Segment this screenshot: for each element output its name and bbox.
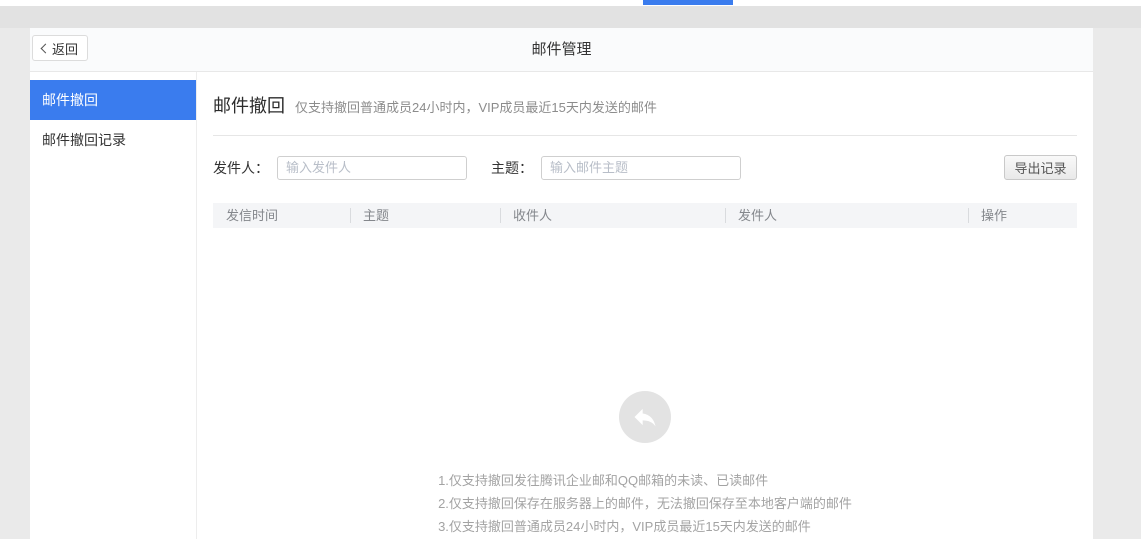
sidebar-item-mail-recall-records[interactable]: 邮件撤回记录 (30, 120, 196, 160)
page-title: 邮件管理 (30, 28, 1093, 72)
table-header: 发信时间 主题 收件人 发件人 操作 (213, 203, 1077, 228)
section-title-row: 邮件撤回 仅支持撤回普通成员24小时内，VIP成员最近15天内发送的邮件 (213, 92, 1077, 118)
content-area: 邮件撤回 仅支持撤回普通成员24小时内，VIP成员最近15天内发送的邮件 发件人… (197, 72, 1093, 539)
column-header-sender: 发件人 (725, 203, 968, 228)
column-header-recipient: 收件人 (500, 203, 725, 228)
empty-state-hints: 1.仅支持撤回发往腾讯企业邮和QQ邮箱的未读、已读邮件 2.仅支持撤回保存在服务… (438, 469, 852, 538)
subject-input[interactable] (541, 156, 741, 180)
top-strip (0, 6, 1141, 28)
section-title: 邮件撤回 (213, 92, 285, 118)
hint-line: 2.仅支持撤回保存在服务器上的邮件，无法撤回保存至本地客户端的邮件 (438, 492, 852, 515)
hint-line: 3.仅支持撤回普通成员24小时内，VIP成员最近15天内发送的邮件 (438, 515, 852, 538)
filter-row: 发件人： 主题： 导出记录 (213, 155, 1077, 180)
recall-arrow-icon (619, 391, 671, 443)
sidebar-item-label: 邮件撤回记录 (42, 132, 126, 148)
sender-input[interactable] (277, 156, 467, 180)
column-header-send-time: 发信时间 (213, 203, 350, 228)
empty-state: 1.仅支持撤回发往腾讯企业邮和QQ邮箱的未读、已读邮件 2.仅支持撤回保存在服务… (213, 228, 1077, 538)
hint-line: 1.仅支持撤回发往腾讯企业邮和QQ邮箱的未读、已读邮件 (438, 469, 852, 492)
column-header-subject: 主题 (350, 203, 500, 228)
active-tab-indicator (643, 0, 733, 5)
sidebar: 邮件撤回 邮件撤回记录 (30, 72, 197, 539)
panel-header: 返回 邮件管理 (30, 28, 1093, 72)
column-header-action: 操作 (968, 203, 1077, 228)
panel-body: 邮件撤回 邮件撤回记录 邮件撤回 仅支持撤回普通成员24小时内，VIP成员最近1… (30, 72, 1093, 539)
sidebar-item-label: 邮件撤回 (42, 92, 98, 108)
section-subtitle: 仅支持撤回普通成员24小时内，VIP成员最近15天内发送的邮件 (295, 97, 657, 116)
sidebar-item-mail-recall[interactable]: 邮件撤回 (30, 80, 196, 120)
sender-label: 发件人： (213, 158, 269, 178)
export-records-button[interactable]: 导出记录 (1004, 155, 1077, 180)
subject-label: 主题： (491, 158, 533, 178)
mail-management-panel: 返回 邮件管理 邮件撤回 邮件撤回记录 邮件撤回 仅支持撤回普通成员24小时内，… (30, 28, 1093, 539)
section-divider (213, 135, 1077, 136)
